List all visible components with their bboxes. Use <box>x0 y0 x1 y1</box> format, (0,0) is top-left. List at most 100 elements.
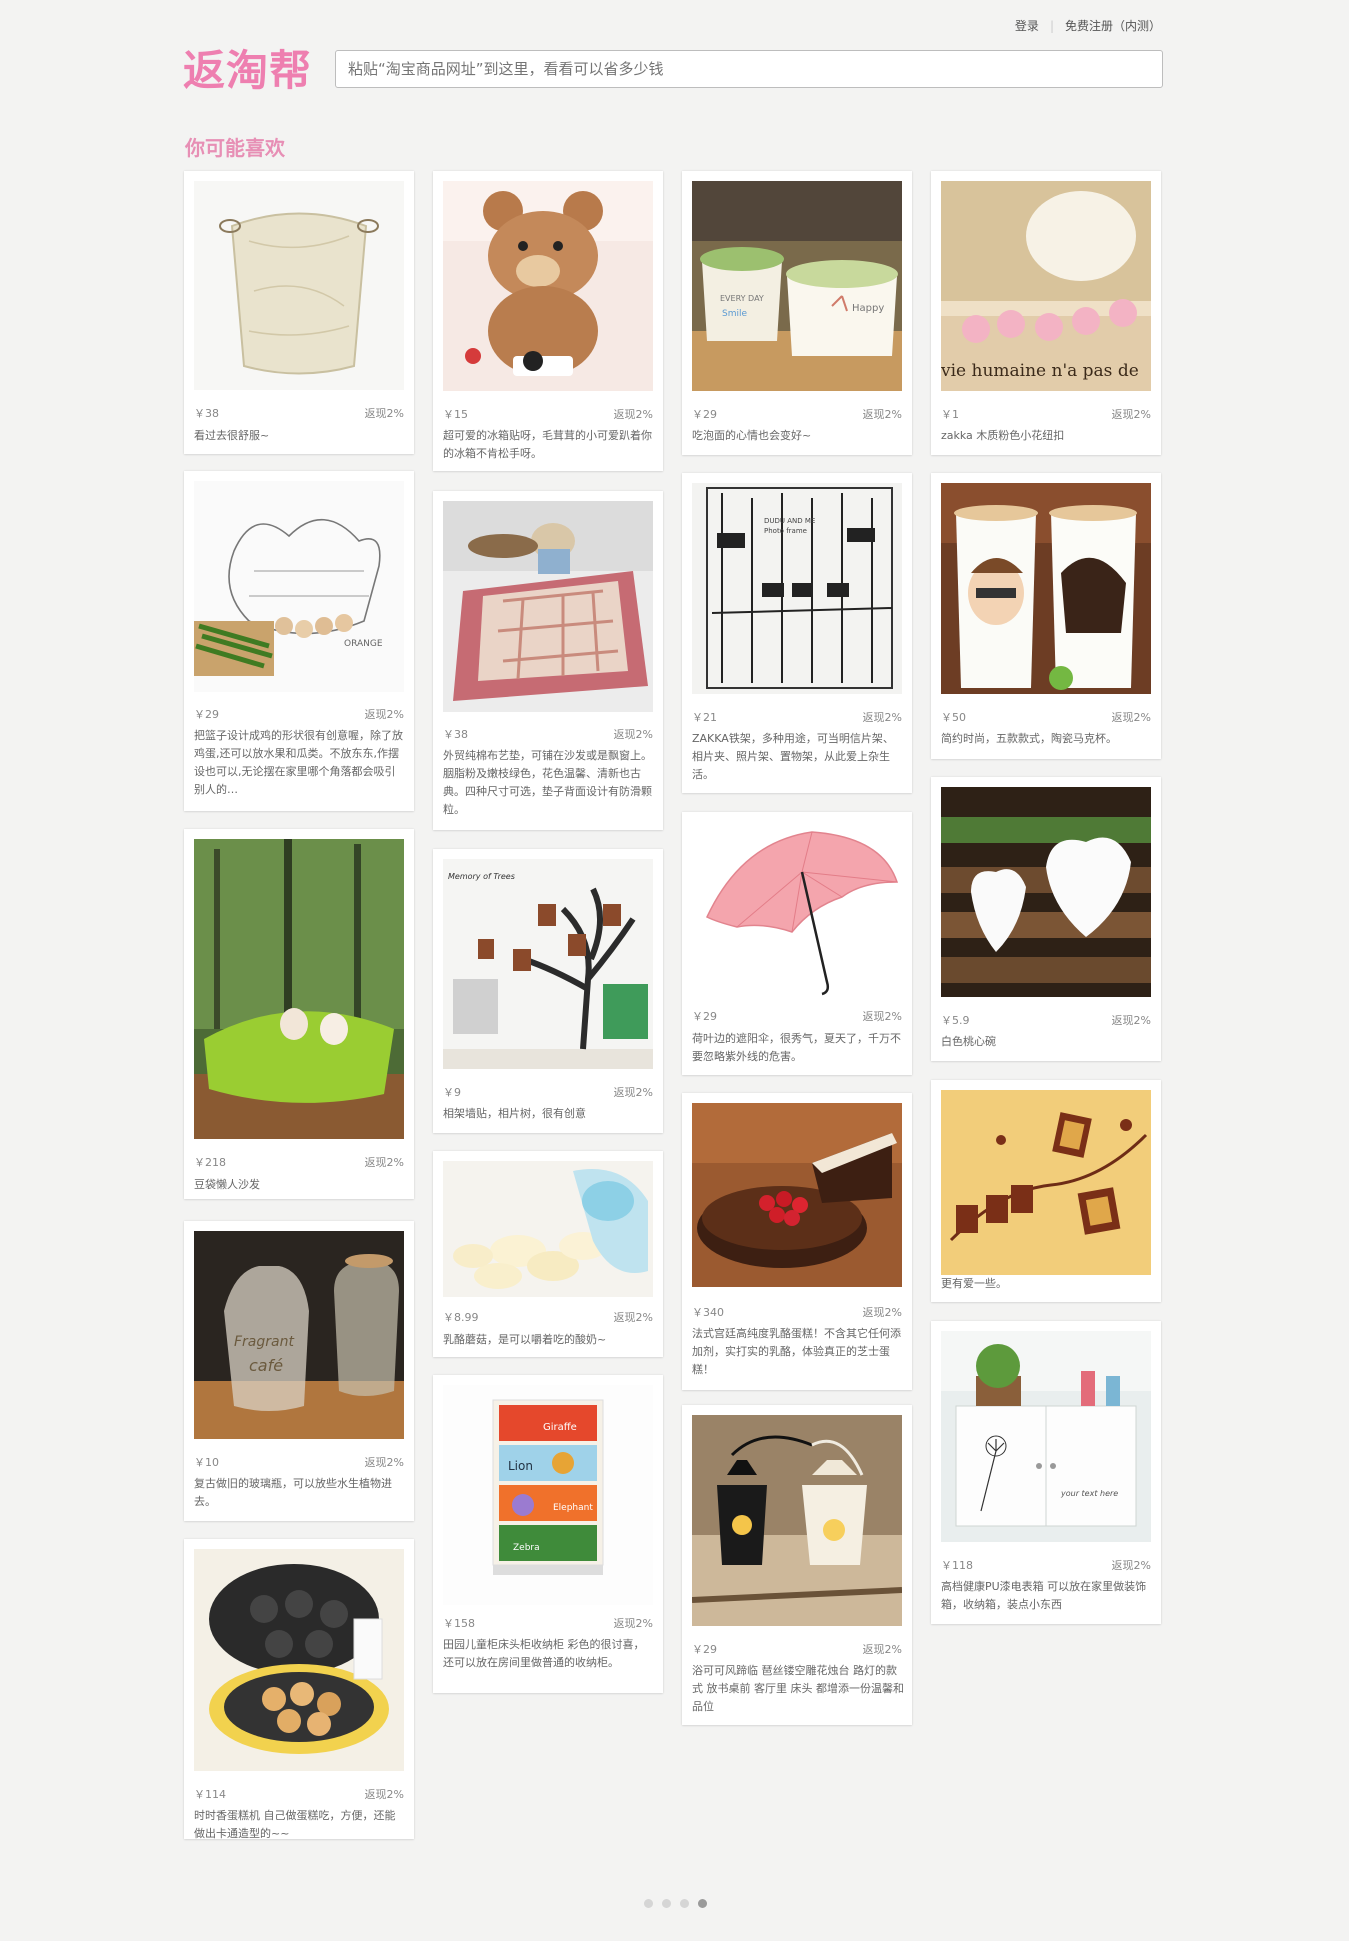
svg-text:Happy: Happy <box>852 303 884 314</box>
divider: | <box>1049 19 1054 33</box>
candle-lantern-image[interactable] <box>692 1415 902 1626</box>
price: ￥118 <box>941 1559 973 1572</box>
pink-flower-buttons-image[interactable]: vie humaine n'a pas de <box>941 181 1151 391</box>
price: ￥29 <box>692 1010 717 1023</box>
svg-text:Giraffe: Giraffe <box>543 1422 577 1433</box>
price: ￥114 <box>194 1788 226 1801</box>
rebate: 返现2% <box>364 407 404 420</box>
product-card[interactable]: Fragrant café ￥10 返现2% 复古做旧的玻璃瓶，可以放些水生植物进… <box>184 1221 414 1521</box>
meter-box-cabinet-image[interactable]: your text here <box>941 1331 1151 1542</box>
svg-text:vie humaine n'a pas de: vie humaine n'a pas de <box>941 361 1139 381</box>
rebate: 返现2% <box>862 711 902 724</box>
product-card[interactable]: ORANGE ￥29 返现2% 把篮子设计成鸡的形状很有创意喔，除了放鸡蛋,还可… <box>184 471 414 811</box>
rebate: 返现2% <box>862 1010 902 1023</box>
rebate: 返现2% <box>1111 711 1151 724</box>
page-dot-3[interactable] <box>680 1899 689 1908</box>
product-card[interactable]: Giraffe Lion Elephant Zebra ￥158 返现2% 田园儿童柜… <box>433 1375 663 1693</box>
page-dot-2[interactable] <box>662 1899 671 1908</box>
kids-drawer-cabinet-image[interactable]: Giraffe Lion Elephant Zebra <box>443 1385 653 1605</box>
price: ￥29 <box>692 1643 717 1656</box>
pink-umbrella-image[interactable] <box>692 822 902 1010</box>
register-link[interactable]: 免费注册（内测） <box>1065 19 1161 33</box>
product-card[interactable]: ￥340 返现2% 法式宫廷高纯度乳酪蛋糕！不含其它任何添加剂，实打实的乳酪，体… <box>682 1093 912 1390</box>
product-card[interactable]: ￥114 返现2% 时时香蛋糕机 自己做蛋糕吃，方便，还能做出卡通造型的~~ <box>184 1539 414 1840</box>
product-card[interactable]: ￥5.9 返现2% 白色桃心碗 <box>931 777 1161 1061</box>
rebate: 返现2% <box>613 1086 653 1099</box>
noodle-bowls-image[interactable]: EVERY DAY Smile Happy <box>692 181 902 391</box>
rebate: 返现2% <box>862 1306 902 1319</box>
wall-frames-decal-image[interactable] <box>941 1090 1151 1275</box>
svg-text:EVERY DAY: EVERY DAY <box>720 294 764 303</box>
price: ￥29 <box>194 708 219 721</box>
product-card[interactable]: ￥218 返现2% 豆袋懒人沙发 <box>184 829 414 1199</box>
description: 白色桃心碗 <box>941 1035 996 1048</box>
product-card[interactable]: ￥50 返现2% 简约时尚，五款款式，陶瓷马克杯。 <box>931 473 1161 759</box>
description: 看过去很舒服~ <box>194 429 270 442</box>
rebate: 返现2% <box>364 1456 404 1469</box>
rebate: 返现2% <box>613 1311 653 1324</box>
rebate: 返现2% <box>613 728 653 741</box>
canvas-basket-image[interactable] <box>194 181 404 390</box>
description: 法式宫廷高纯度乳酪蛋糕！不含其它任何添加剂，实打实的乳酪，体验真正的芝士蛋糕！ <box>692 1327 901 1376</box>
svg-text:ORANGE: ORANGE <box>344 639 383 649</box>
wire-hen-basket-image[interactable]: ORANGE <box>194 481 404 692</box>
login-link[interactable]: 登录 <box>1015 19 1039 33</box>
description: 乳酪蘑菇，是可以嚼着吃的酸奶~ <box>443 1333 607 1346</box>
product-card[interactable]: ￥8.99 返现2% 乳酪蘑菇，是可以嚼着吃的酸奶~ <box>433 1151 663 1357</box>
teddy-bear-magnet-image[interactable] <box>443 181 653 391</box>
product-card[interactable]: ￥38 返现2% 外贸纯棉布艺垫，可铺在沙发或是飘窗上。胭脂粉及嫩枝绿色，花色温… <box>433 491 663 830</box>
price: ￥340 <box>692 1306 724 1319</box>
cake-maker-image[interactable] <box>194 1549 404 1771</box>
couple-mugs-image[interactable] <box>941 483 1151 694</box>
description: 浴可可风蹄临 琶丝镂空雕花烛台 路灯的款式 放书桌前 客厅里 床头 都增添一份温… <box>692 1664 904 1713</box>
glass-bottles-image[interactable]: Fragrant café <box>194 1231 404 1439</box>
rebate: 返现2% <box>1111 408 1151 421</box>
product-card[interactable]: DUDU AND ME Photo frame ￥21 返现2% ZAKKA铁架，… <box>682 473 912 793</box>
description: zakka 木质粉色小花纽扣 <box>941 429 1065 442</box>
price: ￥38 <box>443 728 468 741</box>
description: 复古做旧的玻璃瓶，可以放些水生植物进去。 <box>194 1477 392 1508</box>
description: 田园儿童柜床头柜收纳柜 彩色的很讨喜，还可以放在房间里做普通的收纳柜。 <box>443 1638 645 1669</box>
price: ￥15 <box>443 408 468 421</box>
product-card[interactable]: your text here ￥118 返现2% 高档健康PU漆电表箱 可以放在… <box>931 1321 1161 1624</box>
svg-text:café: café <box>249 1356 283 1375</box>
product-card[interactable]: ￥29 返现2% 荷叶边的遮阳伞，很秀气，夏天了，千万不要忽略紫外线的危害。 <box>682 812 912 1075</box>
product-card[interactable]: ￥15 返现2% 超可爱的冰箱贴呀，毛茸茸的小可爱趴着你的冰箱不肯松手呀。 <box>433 171 663 471</box>
rebate: 返现2% <box>364 1156 404 1169</box>
photo-tree-decal-image[interactable]: Memory of Trees <box>443 859 653 1069</box>
description: 外贸纯棉布艺垫，可铺在沙发或是飘窗上。胭脂粉及嫩枝绿色，花色温馨、清新也古典。四… <box>443 749 652 816</box>
quilted-mat-image[interactable] <box>443 501 653 712</box>
description: 荷叶边的遮阳伞，很秀气，夏天了，千万不要忽略紫外线的危害。 <box>692 1032 901 1063</box>
price: ￥8.99 <box>443 1311 479 1324</box>
description: 时时香蛋糕机 自己做蛋糕吃，方便，还能做出卡通造型的~~ <box>194 1809 396 1840</box>
page-dot-1[interactable] <box>644 1899 653 1908</box>
product-card[interactable]: 更有爱一些。 <box>931 1080 1161 1302</box>
svg-text:Smile: Smile <box>722 309 747 319</box>
cheese-candy-image[interactable] <box>443 1161 653 1297</box>
product-card[interactable]: ￥29 返现2% 浴可可风蹄临 琶丝镂空雕花烛台 路灯的款式 放书桌前 客厅里 … <box>682 1405 912 1725</box>
beanbag-sofa-image[interactable] <box>194 839 404 1139</box>
search-input[interactable] <box>335 50 1163 88</box>
rebate: 返现2% <box>1111 1559 1151 1572</box>
rebate: 返现2% <box>364 1788 404 1801</box>
product-card[interactable]: EVERY DAY Smile Happy ￥29 返现2% 吃泡面的心情也会变好~ <box>682 171 912 455</box>
iron-photo-frame-image[interactable]: DUDU AND ME Photo frame <box>692 483 902 694</box>
cheesecake-image[interactable] <box>692 1103 902 1287</box>
description: 简约时尚，五款款式，陶瓷马克杯。 <box>941 732 1117 745</box>
description: 高档健康PU漆电表箱 可以放在家里做装饰箱，收纳箱，装点小东西 <box>941 1580 1147 1611</box>
rebate: 返现2% <box>862 408 902 421</box>
page-dot-4[interactable] <box>698 1899 707 1908</box>
heart-bowls-image[interactable] <box>941 787 1151 997</box>
description: 相架墙贴，相片树，很有创意 <box>443 1107 586 1120</box>
product-card[interactable]: ￥38 返现2% 看过去很舒服~ <box>184 171 414 454</box>
rebate: 返现2% <box>613 408 653 421</box>
price: ￥5.9 <box>941 1014 970 1027</box>
product-card[interactable]: Memory of Trees ￥9 返现2% 相架墙贴，相片树，很有创意 <box>433 849 663 1133</box>
price: ￥29 <box>692 408 717 421</box>
price: ￥50 <box>941 711 966 724</box>
description: ZAKKA铁架，多种用途，可当明信片架、相片夹、照片架、置物架，从此爱上杂生活。 <box>692 732 894 781</box>
top-links: 登录 | 免费注册（内测） <box>1015 17 1161 34</box>
product-card[interactable]: vie humaine n'a pas de ￥1 返现2% zakka 木质粉… <box>931 171 1161 455</box>
site-logo[interactable]: 返淘帮 <box>183 44 312 98</box>
description: 吃泡面的心情也会变好~ <box>692 429 812 442</box>
